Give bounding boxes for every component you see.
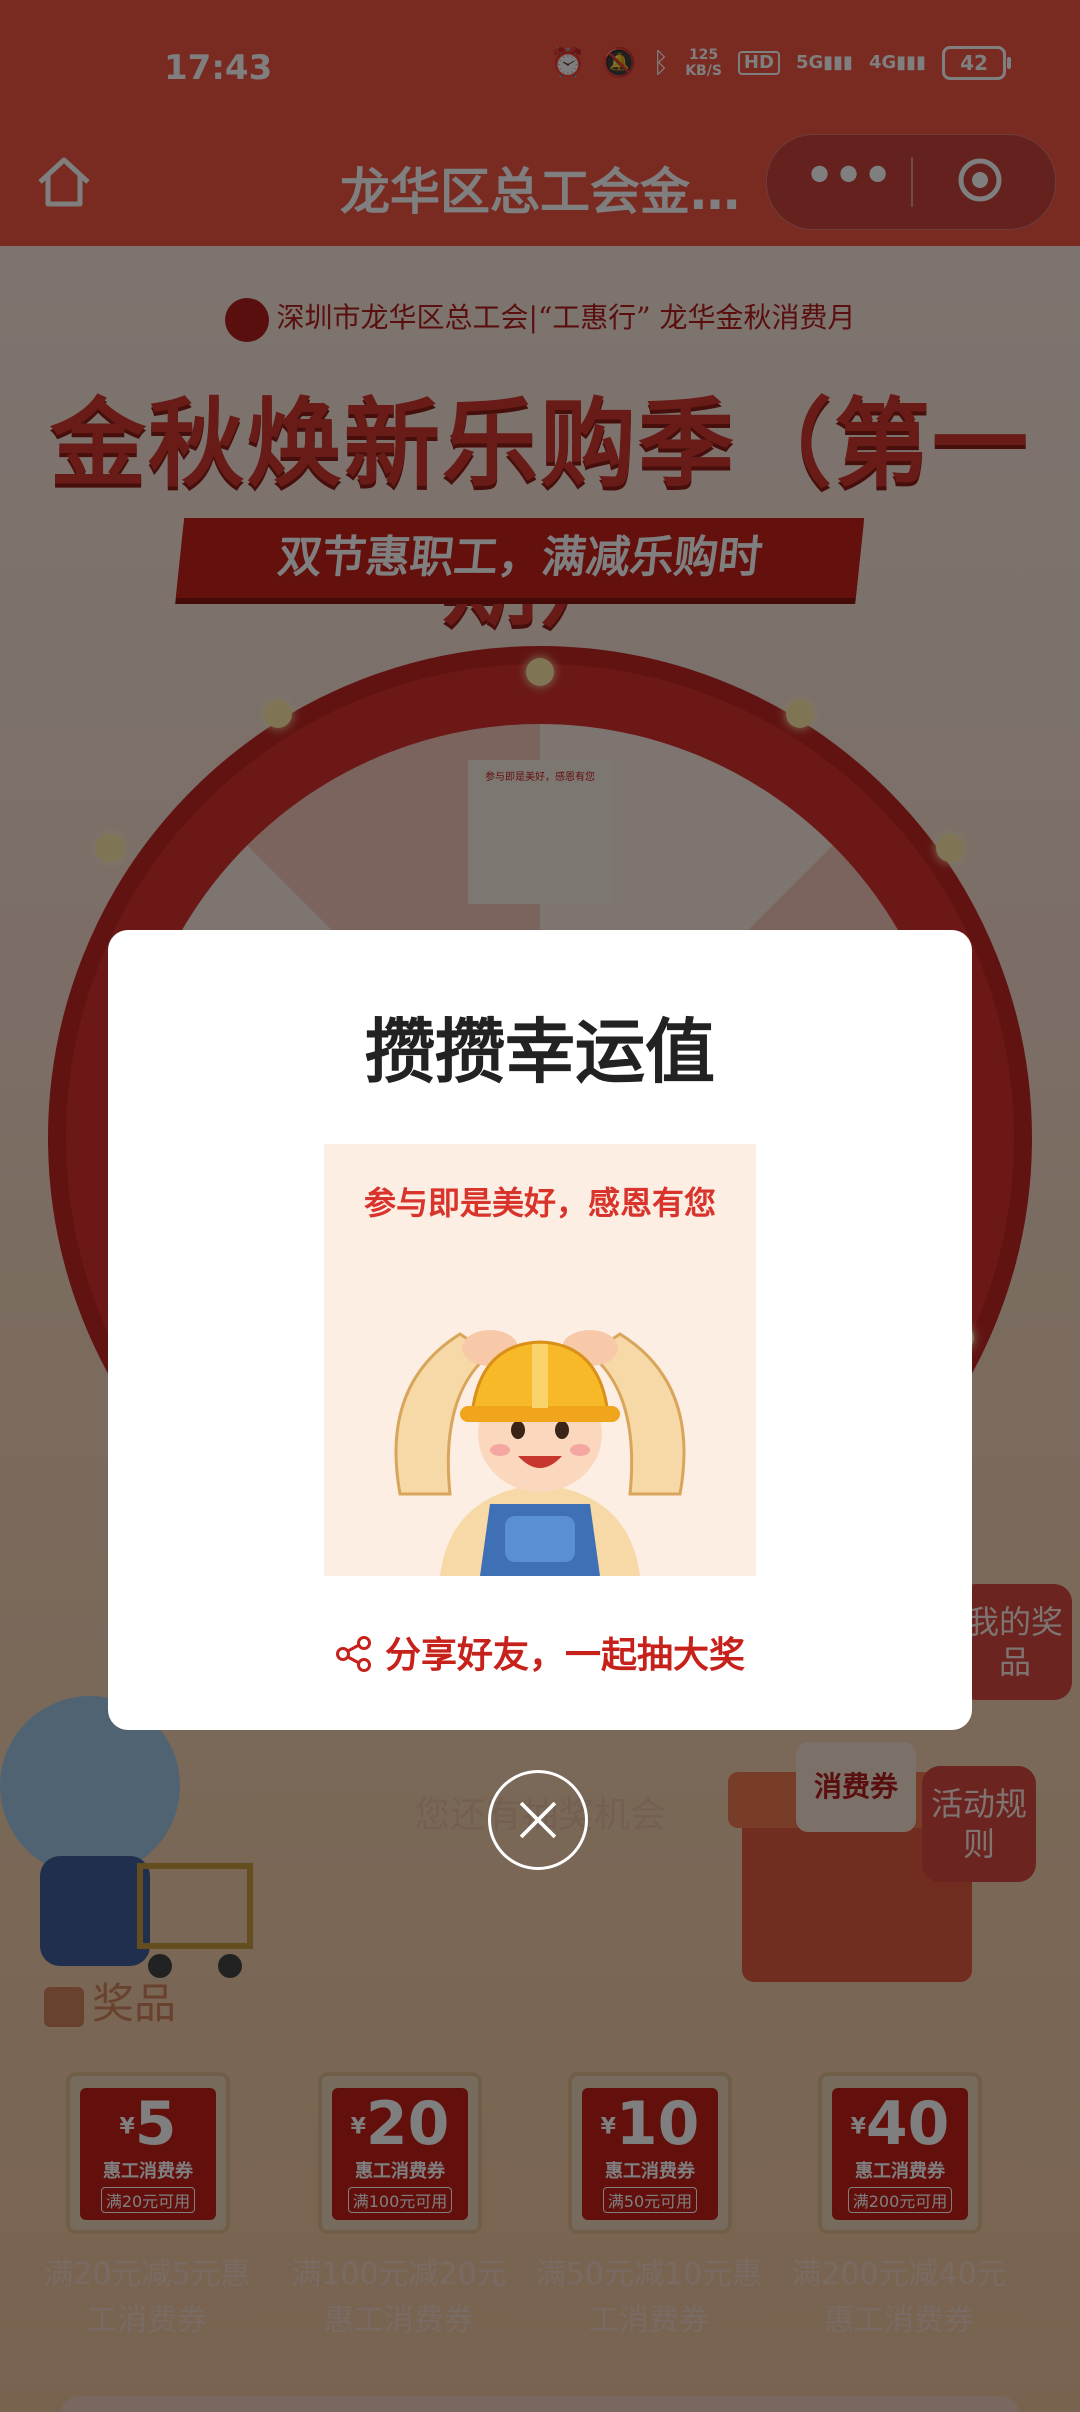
lucky-value-modal: 攒攒幸运值 参与即是美好，感恩有您 分享好友，一起抽大奖: [108, 930, 972, 1730]
modal-image-caption: 参与即是美好，感恩有您: [363, 1184, 716, 1222]
share-icon: [335, 1636, 371, 1672]
share-text: 分享好友，一起抽大奖: [384, 1635, 745, 1676]
modal-prize-image: 参与即是美好，感恩有您: [324, 1144, 756, 1576]
share-friends-button[interactable]: 分享好友，一起抽大奖: [108, 1626, 972, 1678]
modal-title: 攒攒幸运值: [365, 1011, 715, 1093]
worker-illustration: [394, 1330, 686, 1576]
close-icon[interactable]: [488, 1770, 588, 1870]
